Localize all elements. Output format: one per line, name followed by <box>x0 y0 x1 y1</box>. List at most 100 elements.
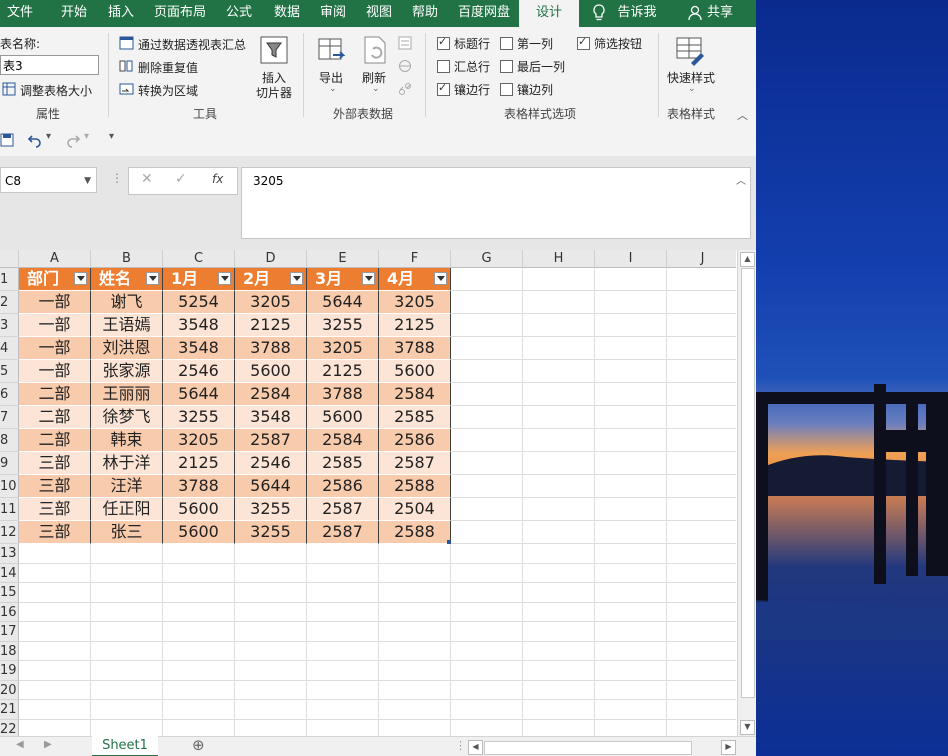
empty-cell[interactable] <box>595 498 667 521</box>
row-header[interactable]: 22 <box>0 719 19 736</box>
row-header[interactable]: 10 <box>0 475 19 498</box>
row-header[interactable]: 2 <box>0 291 19 314</box>
share-button[interactable]: 共享 <box>704 0 736 27</box>
empty-cell[interactable] <box>595 700 667 720</box>
row-header[interactable]: 1 <box>0 268 19 291</box>
empty-cell[interactable] <box>595 429 667 452</box>
empty-cell[interactable] <box>667 314 736 337</box>
empty-cell[interactable] <box>307 641 379 661</box>
table-cell[interactable]: 3205 <box>163 429 235 452</box>
redo-icon[interactable] <box>65 132 81 148</box>
empty-cell[interactable] <box>91 622 163 642</box>
empty-cell[interactable] <box>523 498 595 521</box>
empty-cell[interactable] <box>595 521 667 544</box>
empty-cell[interactable] <box>595 719 667 736</box>
empty-cell[interactable] <box>667 360 736 383</box>
table-cell[interactable]: 3205 <box>307 337 379 360</box>
empty-cell[interactable] <box>523 680 595 700</box>
empty-cell[interactable] <box>163 661 235 681</box>
table-cell[interactable]: 一部 <box>19 360 91 383</box>
empty-cell[interactable] <box>523 383 595 406</box>
empty-cell[interactable] <box>235 641 307 661</box>
table-cell[interactable]: 三部 <box>19 452 91 475</box>
empty-cell[interactable] <box>595 583 667 603</box>
tab-help[interactable]: 帮助 <box>402 0 448 27</box>
empty-cell[interactable] <box>235 700 307 720</box>
empty-cell[interactable] <box>523 452 595 475</box>
table-cell[interactable]: 3548 <box>163 314 235 337</box>
empty-cell[interactable] <box>667 475 736 498</box>
empty-cell[interactable] <box>595 360 667 383</box>
empty-cell[interactable] <box>595 602 667 622</box>
empty-cell[interactable] <box>91 661 163 681</box>
chevron-down-icon[interactable]: ▾ <box>46 131 51 142</box>
banded-rows-checkbox[interactable] <box>437 81 450 96</box>
collapse-ribbon-icon[interactable]: ︿ <box>737 107 748 123</box>
table-cell[interactable]: 5600 <box>235 360 307 383</box>
empty-cell[interactable] <box>163 563 235 583</box>
empty-cell[interactable] <box>451 268 523 291</box>
enter-icon[interactable]: ✓ <box>175 171 187 187</box>
empty-cell[interactable] <box>667 268 736 291</box>
row-header[interactable]: 9 <box>0 452 19 475</box>
scroll-right-icon[interactable]: ▶ <box>721 740 736 755</box>
empty-cell[interactable] <box>235 622 307 642</box>
empty-cell[interactable] <box>19 602 91 622</box>
empty-cell[interactable] <box>379 583 451 603</box>
empty-cell[interactable] <box>307 622 379 642</box>
filter-button-checkbox[interactable] <box>577 35 590 50</box>
tab-baidu-netdisk[interactable]: 百度网盘 <box>450 0 518 27</box>
table-cell[interactable]: 三部 <box>19 475 91 498</box>
table-cell[interactable]: 5600 <box>379 360 451 383</box>
table-cell[interactable]: 2587 <box>379 452 451 475</box>
table-cell[interactable]: 5644 <box>235 475 307 498</box>
scroll-down-icon[interactable]: ▼ <box>740 720 755 735</box>
empty-cell[interactable] <box>91 700 163 720</box>
table-cell[interactable]: 2587 <box>307 498 379 521</box>
table-cell[interactable]: 二部 <box>19 406 91 429</box>
empty-cell[interactable] <box>19 583 91 603</box>
tab-design[interactable]: 设计 <box>519 0 579 27</box>
empty-cell[interactable] <box>451 360 523 383</box>
empty-cell[interactable] <box>451 661 523 681</box>
table-header-cell[interactable]: 部门 <box>19 268 91 291</box>
empty-cell[interactable] <box>595 680 667 700</box>
empty-cell[interactable] <box>667 700 736 720</box>
empty-cell[interactable] <box>595 622 667 642</box>
table-cell[interactable]: 2546 <box>235 452 307 475</box>
table-cell[interactable]: 2588 <box>379 521 451 544</box>
empty-cell[interactable] <box>19 700 91 720</box>
empty-cell[interactable] <box>163 719 235 736</box>
filter-dropdown-icon[interactable] <box>434 272 447 285</box>
add-sheet-icon[interactable]: ⊕ <box>192 736 205 754</box>
tab-formulas[interactable]: 公式 <box>216 0 262 27</box>
insert-slicer-button-line2[interactable]: 切片器 <box>256 84 292 101</box>
empty-cell[interactable] <box>163 680 235 700</box>
empty-cell[interactable] <box>595 291 667 314</box>
empty-cell[interactable] <box>451 475 523 498</box>
empty-cell[interactable] <box>667 452 736 475</box>
tab-file[interactable]: 文件 <box>0 0 40 27</box>
empty-cell[interactable] <box>307 700 379 720</box>
empty-cell[interactable] <box>91 544 163 564</box>
vertical-scroll-thumb[interactable] <box>741 268 755 698</box>
convert-to-range-button[interactable]: 转换为区域 <box>138 82 198 99</box>
empty-cell[interactable] <box>235 661 307 681</box>
drag-handle-icon[interactable]: ⋮ <box>111 171 123 185</box>
table-cell[interactable]: 一部 <box>19 291 91 314</box>
table-cell[interactable]: 张三 <box>91 521 163 544</box>
empty-cell[interactable] <box>451 602 523 622</box>
filter-dropdown-icon[interactable] <box>74 272 87 285</box>
sheet-tab-sheet1[interactable]: Sheet1 <box>92 736 158 756</box>
table-cell[interactable]: 2125 <box>235 314 307 337</box>
empty-cell[interactable] <box>523 337 595 360</box>
empty-cell[interactable] <box>451 337 523 360</box>
row-header[interactable]: 3 <box>0 314 19 337</box>
empty-cell[interactable] <box>379 622 451 642</box>
empty-cell[interactable] <box>523 521 595 544</box>
row-header[interactable]: 12 <box>0 521 19 544</box>
empty-cell[interactable] <box>451 429 523 452</box>
table-cell[interactable]: 2584 <box>379 383 451 406</box>
empty-cell[interactable] <box>667 720 736 737</box>
table-cell[interactable]: 2125 <box>379 314 451 337</box>
